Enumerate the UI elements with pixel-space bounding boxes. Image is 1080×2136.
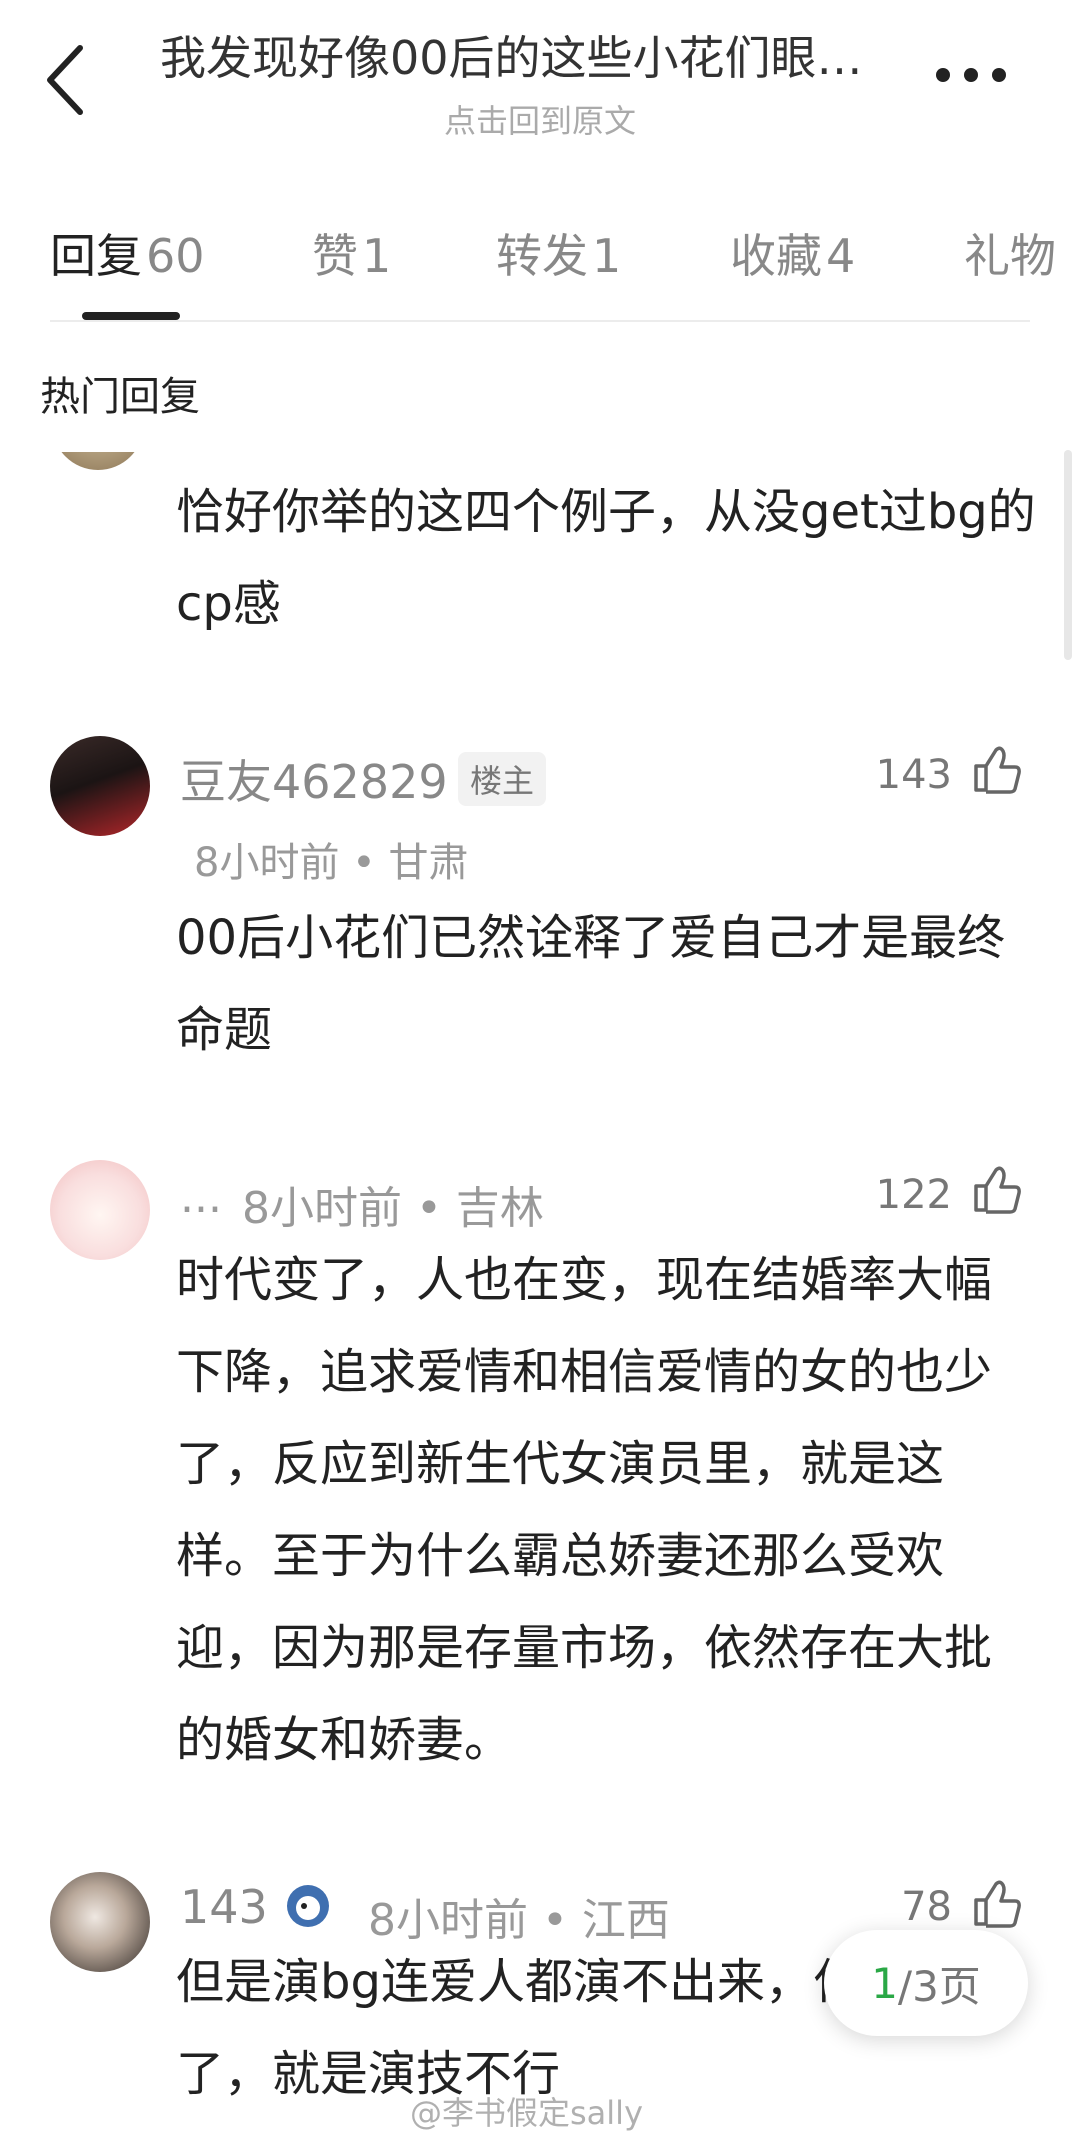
current-page: 1 [871,1958,898,2008]
back-to-original-link[interactable]: 点击回到原文 [160,96,920,142]
more-dot [992,68,1006,82]
avatar[interactable] [50,1872,150,1972]
avatar[interactable] [50,1160,150,1260]
like-count: 78 [901,1884,952,1930]
tab-count: 1 [592,229,622,283]
more-dots-icon [936,68,950,82]
tab-gifts[interactable]: 礼物 [964,220,1080,286]
back-button[interactable] [40,40,100,120]
more-dot [964,68,978,82]
tab-label: 回复 [50,229,142,283]
like-count: 122 [875,1172,952,1218]
watermark: @李书假定sally [410,2094,644,2132]
tab-label: 赞 [312,229,358,283]
tab-label: 礼物 [964,229,1056,283]
tab-label: 转发 [496,229,588,283]
page-indicator[interactable]: 1/3页 [824,1930,1028,2036]
avatar-image [50,1160,150,1260]
op-badge: 楼主 [458,752,547,806]
comment-text: 时代变了，人也在变，现在结婚率大幅下降，追求爱情和相信爱情的女的也少了，反应到新… [176,1252,993,1768]
tab-likes[interactable]: 赞1 [312,220,391,286]
active-tab-indicator [82,312,180,320]
post-title[interactable]: 我发现好像00后的这些小花们眼… [160,22,900,88]
username[interactable]: ... [180,1172,222,1223]
avatar-image [50,1872,150,1972]
scrollbar[interactable] [1064,450,1072,660]
username[interactable]: 143 [180,1880,268,1934]
username[interactable]: 豆友462829 [180,746,448,812]
comment-meta: 8小时前 • 吉林 [242,1183,544,1234]
thumbs-up-icon[interactable] [970,1162,1024,1216]
tab-favorites[interactable]: 收藏4 [730,220,855,286]
tab-count: 60 [146,229,205,283]
thumbs-up-icon[interactable] [970,742,1024,796]
tab-count: 1 [362,229,392,283]
tab-count: 4 [826,229,856,283]
tab-label: 收藏 [730,229,822,283]
comment-text: 00后小花们已然诠释了爱自己才是最终命题 [176,910,1006,1058]
chevron-left-icon [47,45,83,115]
comment-text: 恰好你举的这四个例子，从没get过bg的cp感 [176,484,1036,632]
avatar[interactable] [50,736,150,836]
tab-replies[interactable]: 回复60 [50,220,205,286]
tab-reposts[interactable]: 转发1 [496,220,621,286]
tabs-divider [50,320,1030,322]
member-badge-icon [287,1885,329,1927]
more-options-button[interactable] [936,60,1016,90]
avatar-image [50,736,150,836]
thumbs-up-icon[interactable] [970,1876,1024,1930]
hot-replies-heading: 热门回复 [40,374,200,420]
like-count: 143 [875,752,952,798]
comment-meta: 8小时前 • 甘肃 [194,840,469,886]
total-pages: /3页 [897,1961,981,2011]
